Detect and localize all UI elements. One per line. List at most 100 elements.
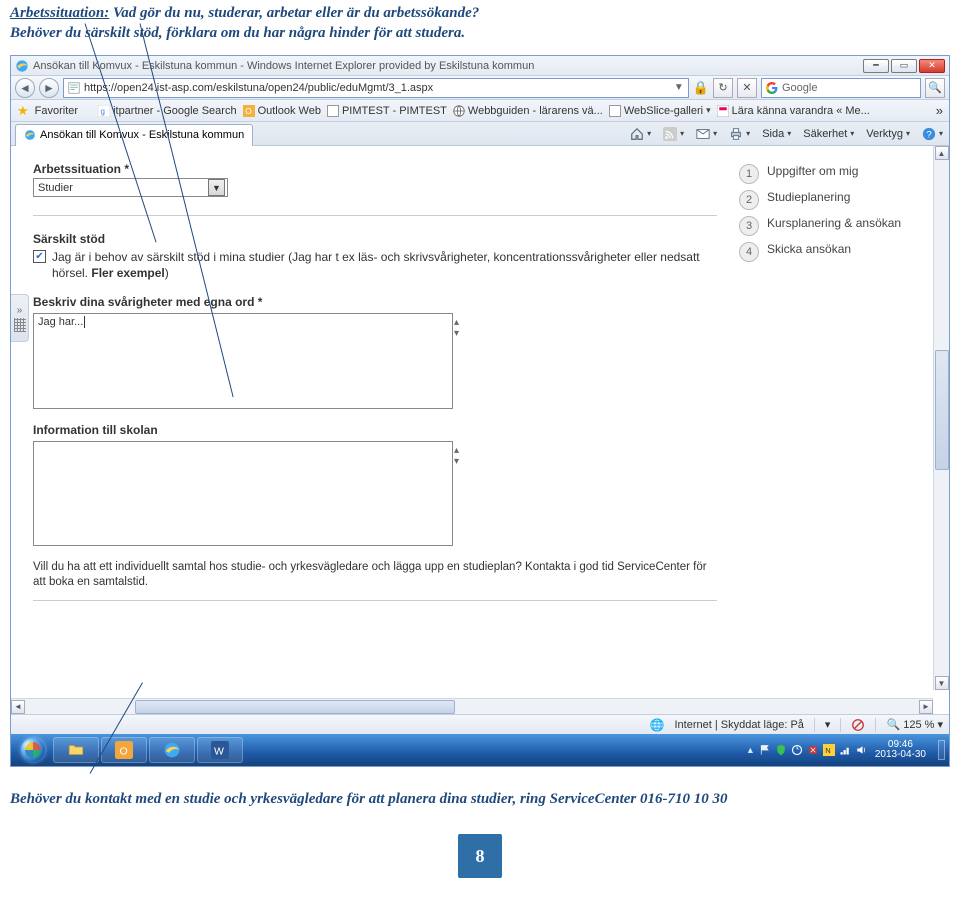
step-number-badge: 2 (739, 190, 759, 210)
lock-icon: 🔒 (693, 80, 709, 96)
address-bar[interactable]: https://open24.ist-asp.com/eskilstuna/op… (63, 78, 689, 98)
outlook-icon: O (243, 105, 255, 117)
bookmark-pimtest[interactable]: PIMTEST - PIMTEST (327, 105, 447, 117)
house-icon (630, 127, 644, 141)
window-close-button[interactable]: ✕ (919, 59, 945, 73)
scroll-right-button[interactable]: ► (919, 700, 933, 714)
resize-handle-icon[interactable]: ▴▾ (454, 445, 459, 467)
scroll-left-button[interactable]: ◄ (11, 700, 25, 714)
search-go-button[interactable]: 🔍 (925, 78, 945, 98)
norton-icon[interactable]: N (823, 744, 835, 756)
safety-menu[interactable]: Säkerhet ▾ (797, 128, 860, 140)
page-number-badge: 8 (458, 834, 502, 878)
show-desktop-button[interactable] (938, 740, 945, 760)
form-main: Arbetssituation * Studier ▼ Särskilt stö… (11, 146, 739, 714)
flag-icon[interactable] (759, 744, 771, 756)
svg-text:?: ? (926, 129, 931, 140)
taskbar-explorer[interactable] (53, 737, 99, 763)
window-minimize-button[interactable]: ━ (863, 59, 889, 73)
favorites-star-icon[interactable]: ★ (17, 103, 29, 119)
protected-mode-toggle[interactable]: ▾ (825, 718, 831, 731)
taskbar-outlook[interactable]: O (101, 737, 147, 763)
page-menu[interactable]: Sida ▾ (756, 128, 797, 140)
divider (33, 215, 717, 216)
help-button[interactable]: ?▾ (916, 127, 949, 141)
annotation-top: Arbetssituation: Vad gör du nu, studerar… (0, 0, 960, 43)
browser-search-input[interactable]: Google (761, 78, 921, 98)
scroll-up-button[interactable]: ▲ (935, 146, 949, 160)
print-button[interactable]: ▾ (723, 127, 756, 141)
close-tray-icon[interactable] (807, 744, 819, 756)
google-icon (766, 82, 778, 94)
step-1[interactable]: 1 Uppgifter om mig (739, 164, 935, 184)
annotation-label: Arbetssituation: (10, 5, 109, 21)
annotation-bottom: Behöver du kontakt med en studie och yrk… (0, 767, 960, 808)
scroll-thumb[interactable] (935, 350, 949, 470)
blocked-icon[interactable] (851, 718, 865, 732)
beskriv-value: Jag har... (38, 316, 83, 328)
page-icon (327, 105, 339, 117)
nav-back-button[interactable]: ◄ (15, 78, 35, 98)
bookmark-itpartner[interactable]: gitpartner - Google Search (98, 105, 237, 117)
samtal-info: Vill du ha att ett individuellt samtal h… (33, 560, 717, 590)
resize-handle-icon[interactable]: ▴▾ (454, 317, 459, 339)
beskriv-textarea[interactable]: Jag har... ▴▾ (33, 313, 453, 409)
sarskilt-stod-text: Jag är i behov av särskilt stöd i mina s… (52, 250, 717, 281)
refresh-button[interactable]: ↻ (713, 78, 733, 98)
nav-forward-button[interactable]: ► (39, 78, 59, 98)
bookmark-lara[interactable]: Lära känna varandra « Me... (717, 105, 870, 117)
mail-button[interactable]: ▾ (690, 127, 723, 141)
speaker-icon[interactable] (855, 744, 867, 756)
tab-bar: Ansökan till Komvux - Eskilstuna kommun … (11, 122, 949, 146)
arbetssituation-dropdown[interactable]: Studier ▼ (33, 178, 228, 197)
step-number-badge: 4 (739, 242, 759, 262)
step-2[interactable]: 2 Studieplanering (739, 190, 935, 210)
sarskilt-stod-checkbox[interactable]: ✔ (33, 250, 46, 263)
globe-icon (453, 105, 465, 117)
vertical-scrollbar[interactable]: ▲ ▼ (933, 146, 949, 690)
browser-tab[interactable]: Ansökan till Komvux - Eskilstuna kommun (15, 124, 253, 146)
tools-menu[interactable]: Verktyg ▾ (860, 128, 916, 140)
step-4[interactable]: 4 Skicka ansökan (739, 242, 935, 262)
stop-button[interactable]: ✕ (737, 78, 757, 98)
start-button[interactable] (15, 736, 51, 764)
info-skolan-label: Information till skolan (33, 423, 717, 437)
shield-icon[interactable] (775, 744, 787, 756)
scroll-down-button[interactable]: ▼ (935, 676, 949, 690)
svg-text:O: O (120, 746, 128, 758)
page-icon (609, 105, 621, 117)
bookmark-webbguiden[interactable]: Webbguiden - lärarens vä... (453, 105, 603, 117)
divider (33, 600, 717, 601)
network-icon[interactable] (839, 744, 851, 756)
taskbar-ie[interactable] (149, 737, 195, 763)
page-icon (717, 105, 729, 117)
ie-icon (163, 741, 181, 759)
steps-sidebar: 1 Uppgifter om mig 2 Studieplanering 3 K… (739, 146, 949, 714)
favorites-label[interactable]: Favoriter (35, 105, 78, 117)
step-3[interactable]: 3 Kursplanering & ansökan (739, 216, 935, 236)
scroll-thumb[interactable] (135, 700, 455, 714)
tray-clock[interactable]: 09:46 2013-04-30 (871, 740, 930, 761)
info-skolan-textarea[interactable]: ▴▾ (33, 441, 453, 546)
windows-logo-icon (21, 738, 45, 762)
printer-icon (729, 127, 743, 141)
horizontal-scrollbar[interactable]: ◄ ► (11, 698, 933, 714)
mail-icon (696, 127, 710, 141)
bookmark-outlook[interactable]: OOutlook Web (243, 105, 321, 117)
taskbar-word[interactable]: W (197, 737, 243, 763)
sync-icon[interactable] (791, 744, 803, 756)
zoom-level[interactable]: 🔍 125 % ▾ (886, 718, 943, 731)
tray-show-hidden[interactable]: ▲ (746, 745, 755, 755)
svg-text:W: W (214, 746, 224, 758)
window-maximize-button[interactable]: ▭ (891, 59, 917, 73)
url-text: https://open24.ist-asp.com/eskilstuna/op… (84, 82, 670, 94)
favorites-overflow-button[interactable]: » (936, 103, 943, 118)
feeds-button[interactable]: ▾ (657, 127, 690, 141)
sarskilt-stod-title: Särskilt stöd (33, 232, 717, 246)
dropdown-arrow-icon: ▼ (208, 179, 225, 196)
home-button[interactable]: ▾ (624, 127, 657, 141)
bookmark-webslice[interactable]: WebSlice-galleri▾ (609, 105, 711, 117)
arbetssituation-value: Studier (38, 182, 73, 194)
url-dropdown-button[interactable]: ▼ (674, 82, 684, 93)
address-bar-row: ◄ ► https://open24.ist-asp.com/eskilstun… (11, 76, 949, 100)
